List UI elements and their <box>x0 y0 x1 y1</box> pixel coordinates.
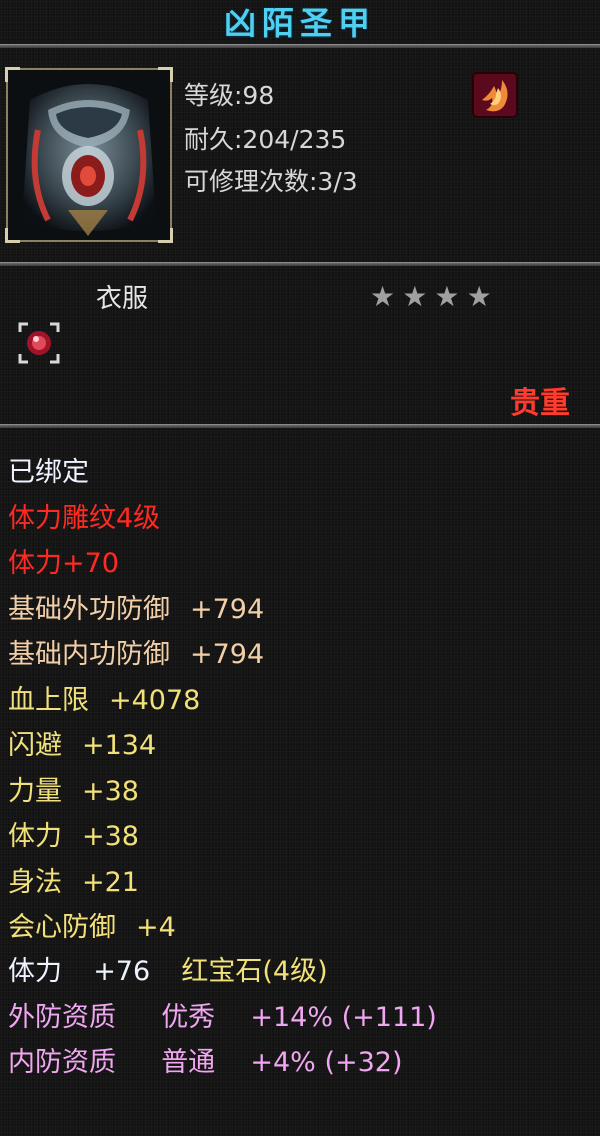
attribute-label: 会心防御 <box>8 912 116 943</box>
item-portrait-frame[interactable] <box>5 67 173 243</box>
rarity-label: 贵重 <box>510 386 570 421</box>
item-durability: 耐久:204/235 <box>184 125 347 154</box>
item-title: 凶陌圣甲 <box>223 4 376 42</box>
attribute-stamina: 体力 +38 <box>8 820 139 854</box>
gem-attr-label: 体力 <box>8 956 62 987</box>
quality-label: 内防资质 <box>8 1047 116 1078</box>
star-icon: ★ <box>402 280 428 313</box>
attribute-value: +4 <box>136 912 176 943</box>
slot-type-label: 衣服 <box>96 284 149 314</box>
quality-extra: (+111) <box>341 1002 437 1033</box>
frame-corner <box>158 228 173 243</box>
star-rating: ★ ★ ★ ★ <box>370 280 494 313</box>
armor-icon <box>8 70 170 240</box>
frame-corner <box>158 67 173 82</box>
quality-grade: 普通 <box>161 1047 216 1078</box>
attribute-engrave: 体力雕纹4级 <box>8 502 160 536</box>
quality-grade: 优秀 <box>161 1002 216 1033</box>
quality-label: 外防资质 <box>8 1002 116 1033</box>
attribute-agility: 身法 +21 <box>8 866 139 900</box>
quality-line-int: 内防资质 普通 +4% (+32) <box>8 1046 402 1080</box>
attribute-label: 体力雕纹4级 <box>8 503 161 534</box>
attribute-value: +134 <box>82 730 157 761</box>
frame-corner <box>5 228 20 243</box>
attribute-value: +38 <box>82 821 139 852</box>
attribute-strength: 力量 +38 <box>8 775 139 809</box>
divider-mid <box>0 262 600 266</box>
attribute-dodge: 闪避 +134 <box>8 729 156 763</box>
attribute-value: +21 <box>82 867 139 898</box>
quality-value: +4% <box>250 1047 316 1078</box>
frame-corner <box>5 67 20 82</box>
attribute-hp-max: 血上限 +4078 <box>8 684 200 718</box>
attribute-label: 身法 <box>8 867 62 898</box>
attribute-value: +794 <box>190 639 265 670</box>
attribute-label: 基础内功防御 <box>8 639 170 670</box>
gem-name: 红宝石(4级) <box>181 956 328 987</box>
gem-attribute-line: 体力 +76 红宝石(4级) <box>8 955 328 989</box>
attribute-label: 力量 <box>8 776 62 807</box>
divider-bottom <box>0 424 600 428</box>
quality-value: +14% <box>250 1002 334 1033</box>
attribute-crit-def: 会心防御 +4 <box>8 911 176 945</box>
attribute-label: 体力+70 <box>8 548 119 579</box>
item-level: 等级:98 <box>184 81 275 110</box>
gem-slot-icon[interactable] <box>18 322 60 364</box>
star-icon: ★ <box>466 280 492 313</box>
divider-top <box>0 44 600 48</box>
star-icon: ★ <box>370 280 396 313</box>
attribute-bound: 已绑定 <box>8 456 89 490</box>
attribute-base-ext-def: 基础外功防御 +794 <box>8 593 264 627</box>
attribute-label: 基础外功防御 <box>8 594 170 625</box>
gem-attr-value: +76 <box>93 956 151 987</box>
attribute-value: +38 <box>82 776 139 807</box>
attribute-value: +794 <box>190 594 265 625</box>
attribute-label: 已绑定 <box>8 457 89 488</box>
attribute-value: +4078 <box>109 685 201 716</box>
attribute-label: 体力 <box>8 821 62 852</box>
quality-line-ext: 外防资质 优秀 +14% (+111) <box>8 1001 437 1035</box>
attribute-base-int-def: 基础内功防御 +794 <box>8 638 264 672</box>
quality-extra: (+32) <box>324 1047 403 1078</box>
attribute-label: 血上限 <box>8 685 89 716</box>
attribute-engrave-bonus: 体力+70 <box>8 547 119 581</box>
attribute-label: 闪避 <box>8 730 62 761</box>
flame-badge-icon <box>472 72 518 118</box>
star-icon: ★ <box>434 280 460 313</box>
item-repair-count: 可修理次数:3/3 <box>184 167 358 196</box>
